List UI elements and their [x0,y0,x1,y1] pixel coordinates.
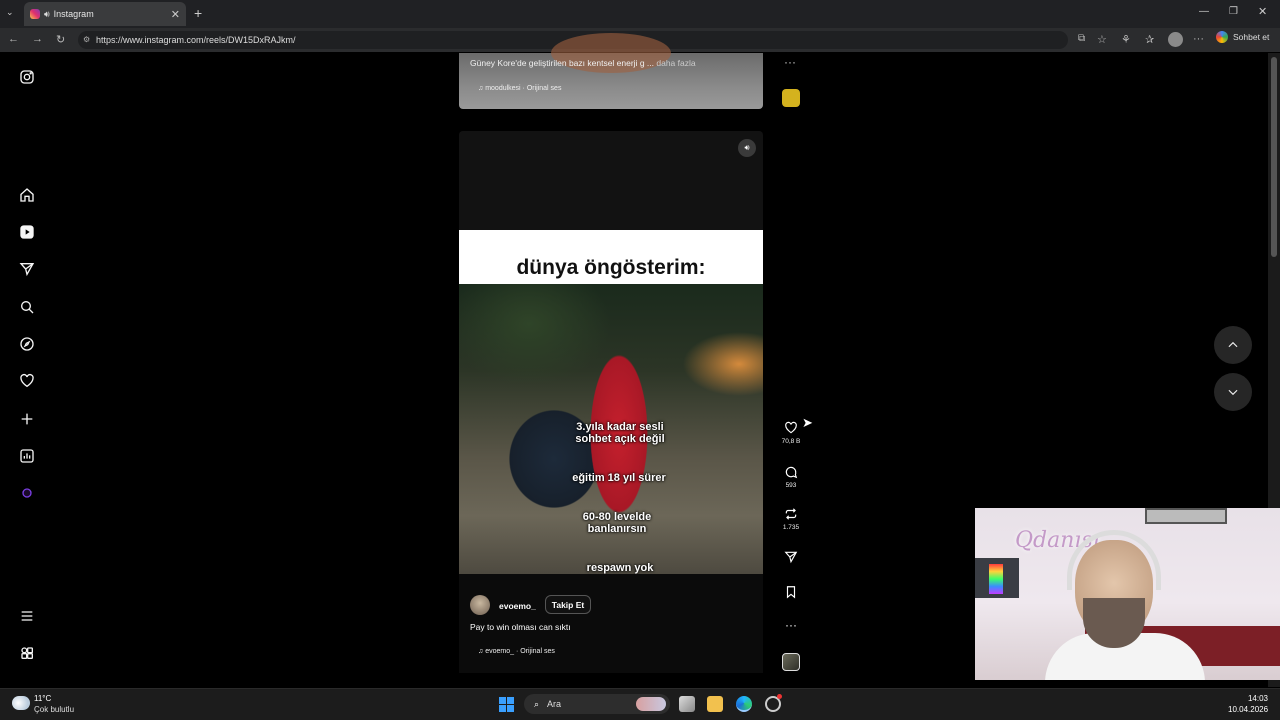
clock-time[interactable]: 14:03 [1244,694,1268,703]
comment-button[interactable]: 593 [779,465,803,489]
bookmark-icon [786,586,796,599]
reel-caption: Pay to win olması can sıktı [470,622,571,632]
back-icon[interactable]: ← [8,33,19,45]
messages-icon[interactable] [18,260,36,278]
windows-start-icon[interactable] [499,697,514,712]
minimize-icon[interactable]: — [1199,6,1209,17]
taskbar-search-label: Ara [547,699,562,709]
close-tab-icon[interactable]: ✕ [171,8,180,21]
reel-overlay-text-1: 3.yıla kadar sesli sohbet açık değil [560,421,680,445]
mouse-cursor-icon: ➤ [802,415,813,430]
previous-reel-caption-text: Güney Kore'de geliştirilen bazı kentsel … [470,58,654,68]
comment-count: 593 [785,482,797,489]
tab-title: Instagram [53,9,94,19]
taskbar-search[interactable]: ⌕ Ara [524,694,670,714]
clock-date[interactable]: 10.04.2026 [1228,705,1268,714]
browser-tab-instagram[interactable]: 🔊︎ Instagram ✕ [24,2,186,26]
reel-title-overlay: dünya öngösterim: [516,256,706,279]
unmute-sound-icon[interactable]: 🔊︎ [738,139,756,157]
more-menu-icon[interactable]: ··· [1193,33,1204,45]
site-info-icon[interactable]: ⚙ [83,35,90,44]
app-available-icon[interactable]: ⧉ [1078,33,1085,44]
instagram-logo-icon[interactable] [18,68,36,86]
reels-icon[interactable] [18,223,36,241]
reel-audio-text: evoemo_ · Orijinal ses [485,648,555,655]
repost-count: 1.735 [782,524,800,531]
previous-reel-audio[interactable]: ♫ moodulkesi · Orijinal ses [478,85,561,92]
repost-button[interactable]: 1.735 [779,507,803,531]
new-tab-icon[interactable]: + [194,5,202,21]
weather-temperature[interactable]: 11°C [34,694,51,703]
reel-overlay-text-3: 60-80 levelde banlanırsın [557,511,677,535]
chevron-down-icon [1228,389,1238,396]
share-button[interactable] [779,550,803,564]
favorites-icon[interactable]: ✰ [1145,33,1154,46]
notifications-heart-icon[interactable] [18,372,36,390]
previous-reel-caption: Güney Kore'de geliştirilen bazı kentsel … [470,58,696,68]
chat-label: Sohbet et [1233,32,1270,42]
search-highlight-icon [636,697,666,711]
copilot-icon [1216,31,1228,43]
reload-icon[interactable]: ↻ [56,33,65,46]
instagram-favicon-icon [30,9,40,19]
previous-reel-audio-text: moodulkesi · Orijinal ses [485,85,562,92]
favorite-star-icon[interactable]: ☆ [1097,33,1107,46]
task-view-icon[interactable] [679,696,695,712]
home-icon[interactable] [18,186,36,204]
copilot-chat-button[interactable]: Sohbet et [1216,31,1269,43]
forward-icon[interactable]: → [32,33,43,45]
speaker-icon[interactable]: 🔊︎ [44,9,50,20]
reel-overlay-text-2: eğitim 18 yıl sürer [572,472,666,484]
reel-overlay-text-4: respawn yok [586,562,654,574]
like-button[interactable]: 70,8 B [779,421,803,445]
tab-list-chevron-icon[interactable]: ⌄ [6,7,14,18]
reel-overlay-text-3-line2: banlanırsın [587,523,647,535]
reel-overlay-text-1-line2: sohbet açık değil [575,433,665,445]
search-icon[interactable] [18,298,36,316]
follow-button[interactable]: Takip Et [545,595,591,614]
profile-avatar[interactable] [1168,32,1183,47]
repost-icon [785,508,797,520]
maximize-icon[interactable]: ❐ [1229,6,1238,17]
reel-more-options-icon[interactable]: ··· [779,618,803,632]
reel-overlay-text-1-line1: 3.yıla kadar sesli [576,421,664,433]
reel-audio[interactable]: ♫ evoemo_ · Orijinal ses [478,648,555,655]
previous-reel-audio-thumbnail[interactable] [782,89,800,107]
previous-reel-button[interactable] [1214,326,1252,364]
extension-icon[interactable]: ⚘ [1121,33,1131,46]
chevron-up-icon [1228,341,1238,348]
also-from-meta-icon[interactable] [18,644,36,662]
heart-icon [785,421,797,434]
more-menu-hamburger-icon[interactable] [18,607,36,625]
url-text: https://www.instagram.com/reels/DW15DxRA… [96,35,296,45]
browser-title-bar [0,0,1280,28]
dashboard-icon[interactable] [18,447,36,465]
author-avatar[interactable] [470,595,490,615]
search-icon: ⌕ [534,698,540,709]
share-paper-plane-icon [784,551,798,564]
like-count: 70,8 B [781,438,801,445]
create-plus-icon[interactable] [18,410,36,428]
next-reel-button[interactable] [1214,373,1252,411]
save-button[interactable] [779,585,803,599]
close-window-icon[interactable]: ✕ [1258,5,1267,18]
previous-reel-more-options-icon[interactable]: ··· [784,55,796,69]
author-username[interactable]: evoemo_ [499,601,536,611]
reel-overlay-text-3-line1: 60-80 levelde [582,511,652,523]
weather-cloud-icon[interactable] [12,696,30,710]
comment-icon [785,466,798,479]
threads-icon[interactable] [18,484,36,502]
previous-reel-more-link[interactable]: daha fazla [656,58,695,68]
file-explorer-icon[interactable] [707,696,723,712]
weather-condition[interactable]: Çok bulutlu [34,705,74,714]
edge-browser-icon[interactable] [736,696,752,712]
webcam-overlay: Qdanısı [975,508,1280,680]
explore-icon[interactable] [18,335,36,353]
reel-audio-thumbnail[interactable] [782,653,800,671]
recording-indicator-icon [777,694,782,699]
